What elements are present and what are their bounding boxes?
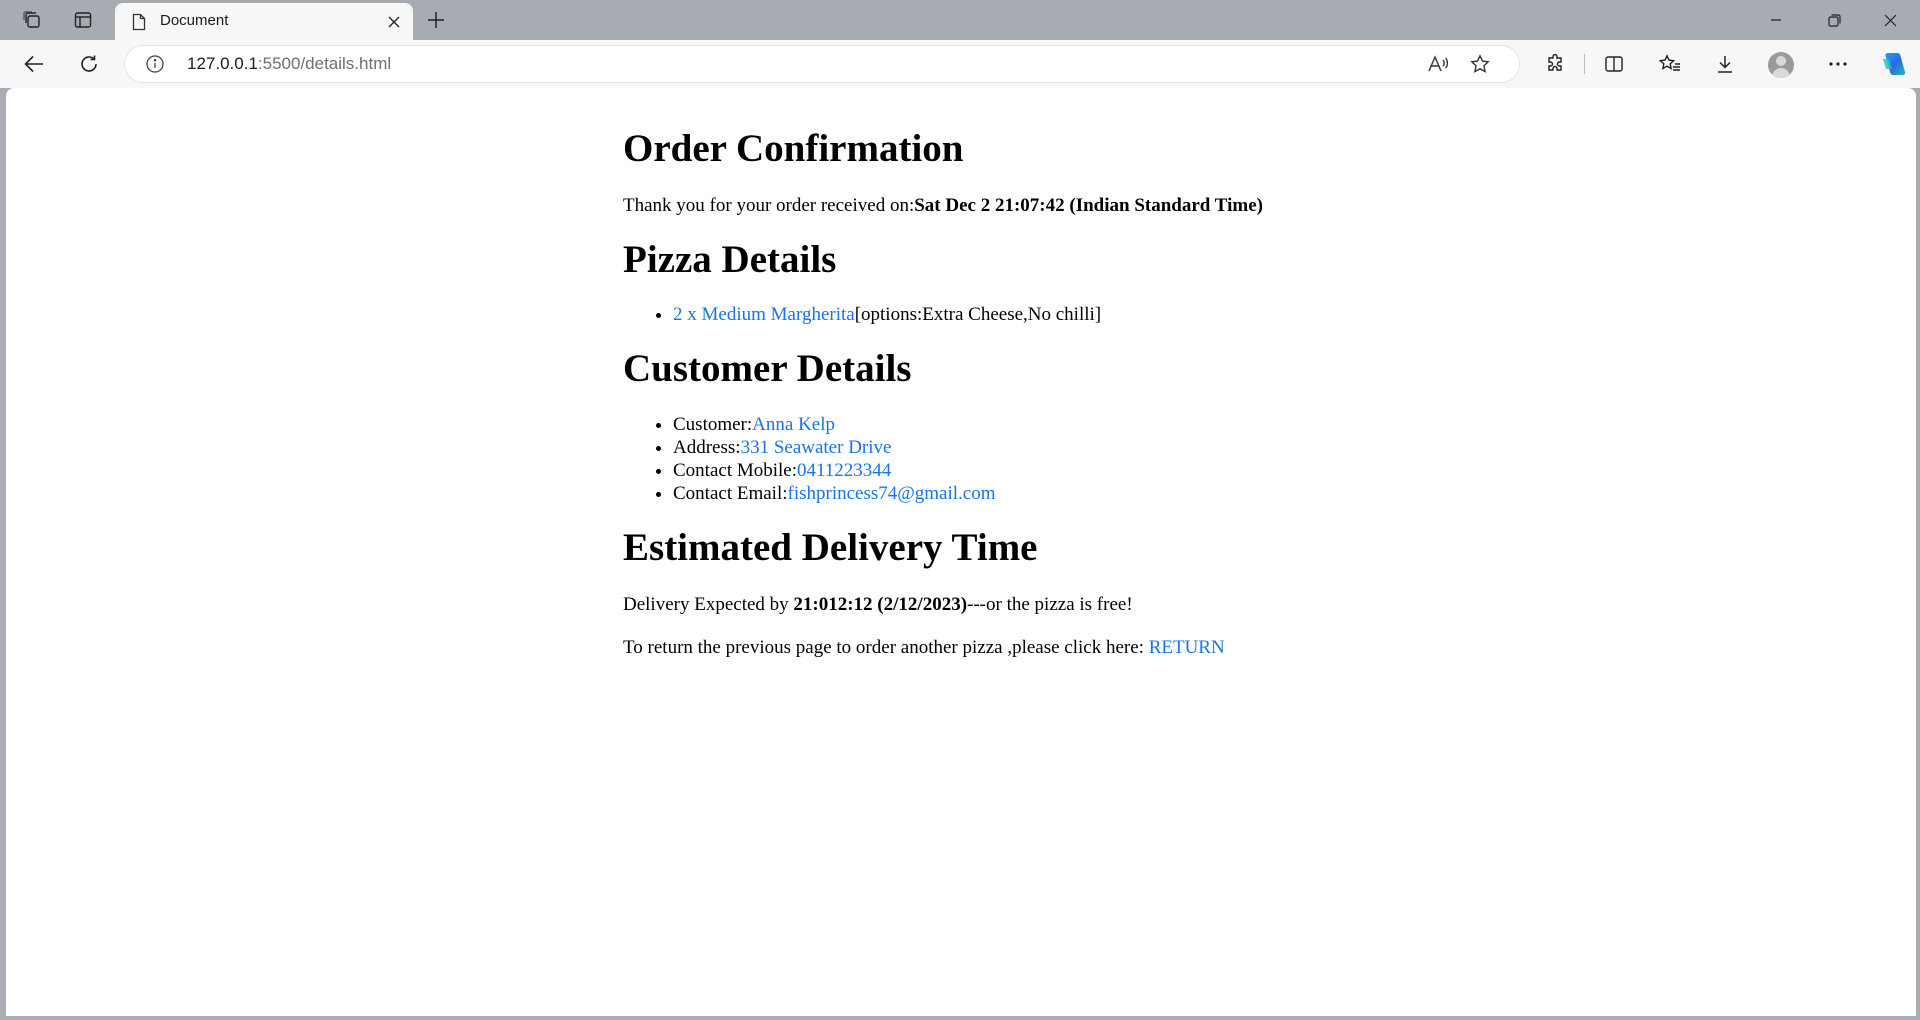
close-icon[interactable]: [383, 11, 405, 33]
url-path: :5500/details.html: [257, 54, 392, 73]
tab-actions-icon[interactable]: [68, 7, 98, 33]
thank-you-label: Thank you for your order received on:: [623, 195, 915, 216]
extensions-icon[interactable]: [1539, 49, 1571, 79]
url-text[interactable]: 127.0.0.1:5500/details.html: [187, 54, 391, 74]
tab-title: Document: [160, 12, 229, 29]
browser-toolbar: 127.0.0.1:5500/details.html: [0, 40, 1920, 88]
customer-name-item: Customer:Anna Kelp: [673, 413, 1523, 436]
pizza-details-heading: Pizza Details: [623, 238, 837, 281]
delivery-guarantee: ---or the pizza is free!: [967, 594, 1133, 615]
address-label: Address:: [673, 437, 741, 458]
profile-icon[interactable]: [1768, 52, 1794, 78]
customer-details-heading: Customer Details: [623, 347, 912, 390]
window-close-icon[interactable]: [1862, 0, 1918, 40]
customer-email-item: Contact Email:fishprincess74@gmail.com: [673, 482, 1523, 505]
minimize-icon[interactable]: [1748, 0, 1804, 40]
customer-name-link[interactable]: Anna Kelp: [752, 414, 835, 435]
page-content: Order Confirmation Thank you for your or…: [623, 126, 1523, 659]
pizza-item-link[interactable]: 2 x Medium Margherita: [673, 304, 855, 325]
page-viewport: Order Confirmation Thank you for your or…: [6, 88, 1916, 1016]
order-time: Sat Dec 2 21:07:42 (Indian Standard Time…: [914, 195, 1263, 216]
active-tab[interactable]: Document: [115, 3, 413, 40]
delivery-time-heading: Estimated Delivery Time: [623, 526, 1038, 569]
customer-mobile-item: Contact Mobile:0411223344: [673, 459, 1523, 482]
mobile-link[interactable]: 0411223344: [797, 460, 891, 481]
return-label: To return the previous page to order ano…: [623, 637, 1149, 658]
download-icon[interactable]: [1709, 49, 1741, 79]
split-screen-icon[interactable]: [1598, 49, 1630, 79]
delivery-label: Delivery Expected by: [623, 594, 794, 615]
delivery-text: Delivery Expected by 21:012:12 (2/12/202…: [623, 593, 1523, 616]
delivery-time: 21:012:12 (2/12/2023): [793, 594, 968, 615]
read-aloud-icon[interactable]: [1425, 52, 1451, 76]
customer-address-item: Address:331 Seawater Drive: [673, 436, 1523, 459]
tab-strip: Document: [0, 0, 1920, 40]
email-label: Contact Email:: [673, 483, 788, 504]
workspaces-icon[interactable]: [17, 7, 47, 33]
plus-icon[interactable]: [421, 7, 451, 33]
back-arrow-icon[interactable]: [17, 48, 51, 80]
pizza-item: 2 x Medium Margherita[options:Extra Chee…: [673, 303, 1523, 326]
pizza-list: 2 x Medium Margherita[options:Extra Chee…: [623, 303, 1523, 326]
return-link[interactable]: RETURN: [1149, 637, 1225, 658]
copilot-icon[interactable]: [1877, 49, 1909, 79]
order-received-text: Thank you for your order received on:Sat…: [623, 194, 1523, 217]
refresh-icon[interactable]: [72, 48, 106, 80]
email-link[interactable]: fishprincess74@gmail.com: [788, 483, 996, 504]
pizza-item-options: [options:Extra Cheese,No chilli]: [854, 304, 1102, 325]
favorites-icon[interactable]: [1654, 49, 1686, 79]
restore-icon[interactable]: [1806, 0, 1862, 40]
return-text: To return the previous page to order ano…: [623, 636, 1523, 659]
url-host: 127.0.0.1: [187, 54, 258, 73]
more-icon[interactable]: [1822, 49, 1854, 79]
page-icon: [130, 12, 148, 32]
order-confirmation-heading: Order Confirmation: [623, 127, 964, 170]
customer-label: Customer:: [673, 414, 753, 435]
star-icon[interactable]: [1467, 52, 1493, 76]
customer-list: Customer:Anna Kelp Address:331 Seawater …: [623, 413, 1523, 505]
address-link[interactable]: 331 Seawater Drive: [741, 437, 892, 458]
mobile-label: Contact Mobile:: [673, 460, 798, 481]
toolbar-divider: [1584, 54, 1585, 74]
info-icon[interactable]: [145, 54, 165, 74]
address-bar[interactable]: 127.0.0.1:5500/details.html: [125, 46, 1519, 82]
